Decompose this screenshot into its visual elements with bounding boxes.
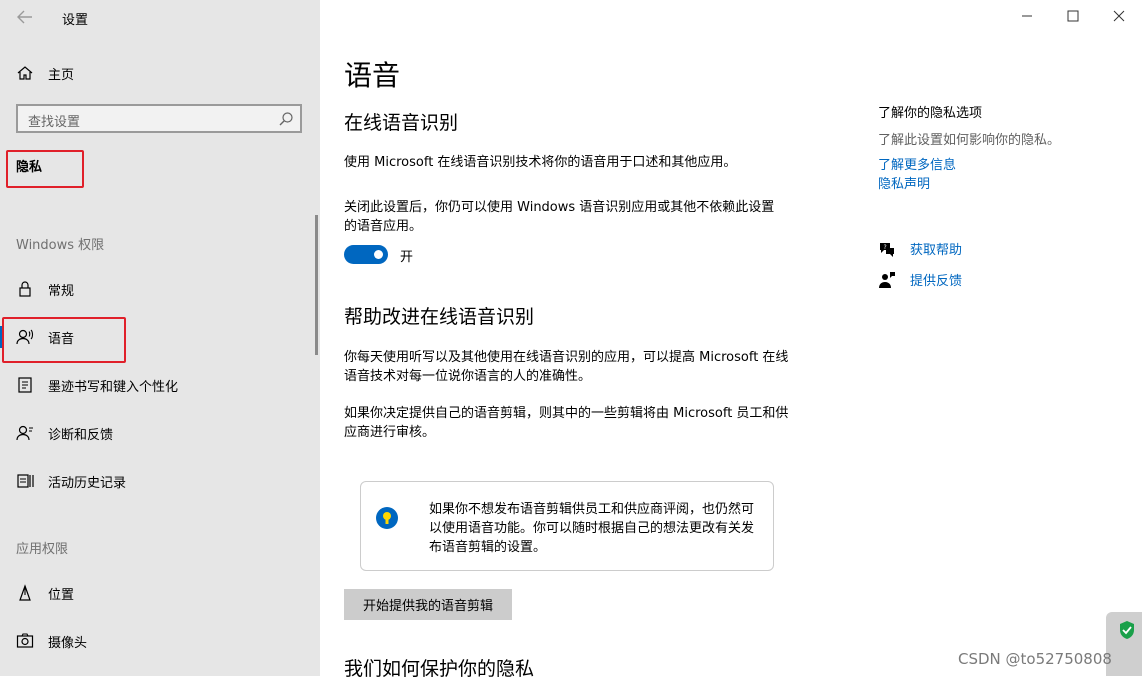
sidebar-item-location[interactable]: 位置: [16, 582, 74, 604]
highlight-box-speech: [2, 317, 126, 363]
search-placeholder: 查找设置: [28, 115, 81, 130]
minimize-icon[interactable]: [1018, 8, 1036, 24]
search-input[interactable]: 查找设置: [16, 104, 302, 133]
page-title: 语音: [344, 59, 401, 92]
section-label-windows: Windows 权限: [16, 238, 105, 253]
info-card: 如果你不想发布语音剪辑供员工和供应商评阅，也仍然可以使用语音功能。你可以随时根据…: [360, 481, 774, 571]
sidebar-item-label: 主页: [48, 67, 75, 83]
privacy-statement-link[interactable]: 隐私声明: [878, 173, 930, 192]
diagnostics-icon: [16, 424, 34, 442]
activity-history-icon: [16, 472, 34, 490]
improve-paragraph-2: 如果你决定提供自己的语音剪辑，则其中的一些剪辑将由 Microsoft 员工和供…: [344, 406, 789, 440]
highlight-box-category: [6, 150, 84, 188]
sidebar-item-label: 诊断和反馈: [48, 427, 114, 443]
back-arrow-icon[interactable]: [14, 6, 36, 28]
privacy-options-title: 了解你的隐私选项: [878, 106, 983, 121]
sidebar: 设置 主页 查找设置 隐私 Windows 权限 常规 语音 墨迹书写和键入个性…: [0, 0, 320, 676]
camera-icon: [16, 632, 34, 650]
close-icon[interactable]: [1110, 8, 1128, 24]
sidebar-item-label: 常规: [48, 283, 75, 299]
sidebar-item-camera[interactable]: 摄像头: [16, 630, 87, 652]
scrollbar[interactable]: [315, 215, 318, 355]
toggle-knob: [374, 250, 383, 259]
ink-icon: [16, 376, 34, 394]
info-card-text: 如果你不想发布语音剪辑供员工和供应商评阅，也仍然可以使用语音功能。你可以随时根据…: [429, 502, 755, 555]
section-heading-privacy: 我们如何保护你的隐私: [344, 658, 535, 680]
toggle-state-label: 开: [400, 250, 414, 265]
home-icon: [16, 64, 34, 82]
lock-icon: [16, 280, 34, 298]
sidebar-item-label: 墨迹书写和键入个性化: [48, 379, 179, 395]
feedback-icon: [878, 271, 896, 289]
maximize-icon[interactable]: [1064, 8, 1082, 24]
sidebar-item-diagnostics[interactable]: 诊断和反馈: [16, 422, 113, 444]
give-feedback-link[interactable]: 提供反馈: [878, 270, 962, 289]
main-content: 语音 在线语音识别 使用 Microsoft 在线语音识别技术将你的语音用于口述…: [320, 0, 1142, 680]
search-icon[interactable]: [278, 111, 294, 127]
sidebar-item-label: 摄像头: [48, 635, 88, 651]
get-help-link[interactable]: ? 获取帮助: [878, 239, 962, 258]
sidebar-item-label: 位置: [48, 587, 75, 603]
online-speech-toggle[interactable]: [344, 245, 388, 264]
section-heading-online-speech: 在线语音识别: [344, 112, 459, 134]
section-note: 关闭此设置后，你仍可以使用 Windows 语音识别应用或其他不依赖此设置的语音…: [344, 200, 775, 234]
section-heading-improve: 帮助改进在线语音识别: [344, 306, 535, 328]
improve-paragraph-1: 你每天使用听写以及其他使用在线语音识别的应用，可以提高 Microsoft 在线…: [344, 350, 789, 384]
watermark: CSDN @to52750808: [958, 650, 1112, 668]
sidebar-item-general[interactable]: 常规: [16, 278, 74, 300]
location-icon: [16, 584, 34, 602]
security-shield-icon: [1118, 620, 1136, 640]
window-title: 设置: [62, 13, 89, 28]
section-description: 使用 Microsoft 在线语音识别技术将你的语音用于口述和其他应用。: [344, 155, 737, 170]
sidebar-item-home[interactable]: 主页: [16, 62, 74, 84]
sidebar-item-activity-history[interactable]: 活动历史记录: [16, 470, 126, 492]
chat-help-icon: ?: [878, 240, 896, 258]
sidebar-item-label: 活动历史记录: [48, 475, 127, 491]
svg-text:?: ?: [884, 244, 887, 251]
start-contributing-button[interactable]: 开始提供我的语音剪辑: [344, 589, 512, 620]
sidebar-item-inking[interactable]: 墨迹书写和键入个性化: [16, 374, 178, 396]
section-label-app: 应用权限: [16, 542, 69, 557]
learn-more-link[interactable]: 了解更多信息: [878, 154, 956, 173]
lightbulb-icon: [375, 506, 399, 530]
privacy-options-subtitle: 了解此设置如何影响你的隐私。: [878, 133, 1061, 148]
